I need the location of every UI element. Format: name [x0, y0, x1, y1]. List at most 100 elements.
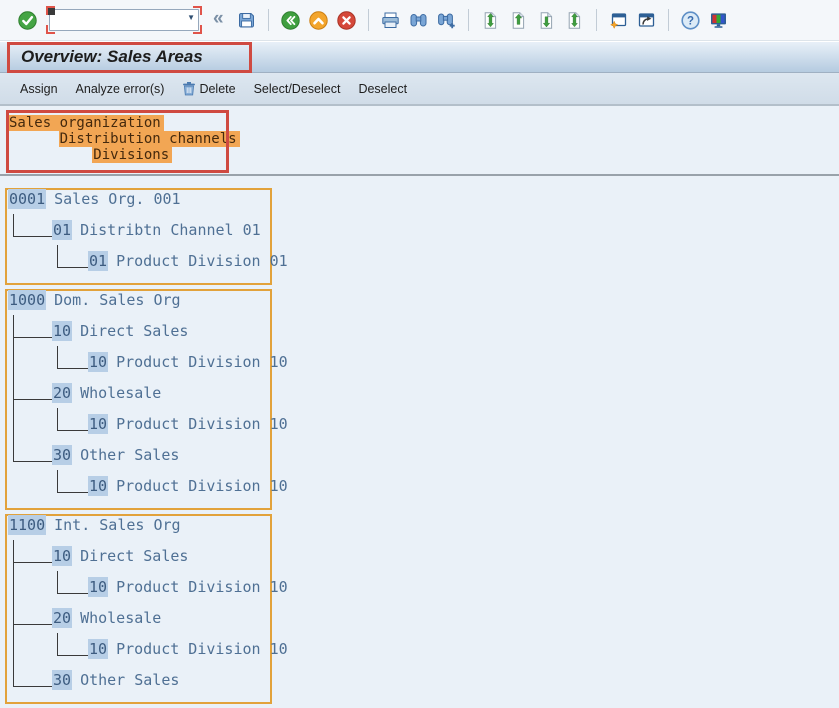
- help-icon[interactable]: ?: [679, 9, 702, 32]
- cancel-icon[interactable]: [335, 9, 358, 32]
- sales-area-block: 0001 Sales Org. 001 01 Distribtn Channel 01…: [5, 188, 272, 285]
- code-badge[interactable]: 01: [52, 220, 72, 240]
- tree-connector: [57, 267, 88, 268]
- exit-icon[interactable]: [307, 9, 330, 32]
- header-divider: [0, 174, 839, 176]
- code-badge[interactable]: 10: [52, 321, 72, 341]
- toolbar-separator: [668, 9, 669, 31]
- tree-connector: [13, 236, 52, 237]
- screen-title: Overview: Sales Areas: [21, 47, 203, 66]
- item-description: Product Division 10: [116, 353, 288, 371]
- deselect-label: Deselect: [358, 82, 407, 96]
- sales-area-block: 1100Int. Sales Org10Direct Sales10Produc…: [5, 514, 272, 704]
- annotation-box-title: Overview: Sales Areas: [7, 42, 252, 73]
- tree-connector: [13, 686, 52, 687]
- find-next-icon[interactable]: [435, 9, 458, 32]
- tree-connector: [57, 430, 88, 431]
- toolbar-separator: [368, 9, 369, 31]
- code-badge[interactable]: 20: [52, 383, 72, 403]
- code-badge[interactable]: 1000: [8, 290, 46, 310]
- focus-corner: [46, 25, 55, 34]
- code-badge[interactable]: 10: [88, 639, 108, 659]
- code-badge[interactable]: 10: [88, 414, 108, 434]
- tree-connector: [57, 492, 88, 493]
- list-content-area: Sales organizationDistribution channelsD…: [0, 106, 839, 696]
- item-description: Other Sales: [80, 446, 179, 464]
- distribution-channel-row[interactable]: 20Wholesale: [7, 609, 315, 640]
- item-description: Direct Sales: [80, 322, 188, 340]
- find-icon[interactable]: [407, 9, 430, 32]
- distribution-channel-row[interactable]: 30 Other Sales: [7, 671, 315, 702]
- sales-org-row[interactable]: 0001 Sales Org. 001: [7, 190, 271, 221]
- focus-corner: [193, 6, 202, 15]
- dropdown-arrow-icon[interactable]: ▼: [187, 14, 195, 22]
- analyze-errors-label: Analyze error(s): [76, 82, 165, 96]
- item-description: Wholesale: [80, 384, 161, 402]
- code-badge[interactable]: 10: [88, 577, 108, 597]
- tree-connector: [57, 571, 58, 594]
- trash-icon: [182, 81, 196, 96]
- last-page-icon[interactable]: [563, 9, 586, 32]
- item-description: Distribtn Channel 01: [80, 221, 261, 239]
- focus-corner: [193, 25, 202, 34]
- distribution-channel-row[interactable]: 10 Direct Sales: [7, 547, 315, 578]
- sales-area-tree: 0001 Sales Org. 001 01 Distribtn Channel 01…: [5, 188, 272, 708]
- item-description: Other Sales: [80, 671, 179, 689]
- code-badge[interactable]: 20: [52, 608, 72, 628]
- delete-label: Delete: [199, 82, 235, 96]
- code-badge[interactable]: 01: [88, 251, 108, 271]
- enter-icon[interactable]: [16, 9, 39, 32]
- assign-label: Assign: [20, 82, 58, 96]
- title-bar: Overview: Sales Areas: [0, 41, 839, 73]
- page-down-icon[interactable]: [535, 9, 558, 32]
- svg-text:?: ?: [687, 15, 694, 27]
- distribution-channel-row[interactable]: 20 Wholesale: [7, 384, 315, 415]
- item-description: Product Division 10: [116, 578, 288, 596]
- toolbar-separator: [468, 9, 469, 31]
- assign-button[interactable]: Assign: [20, 82, 58, 96]
- print-icon[interactable]: [379, 9, 402, 32]
- code-badge[interactable]: 30: [52, 670, 72, 690]
- code-badge[interactable]: 10: [88, 476, 108, 496]
- page-up-icon[interactable]: [507, 9, 530, 32]
- back-icon[interactable]: [279, 9, 302, 32]
- code-badge[interactable]: 10: [88, 352, 108, 372]
- sales-org-row[interactable]: 1100Int. Sales Org: [7, 516, 271, 547]
- tree-connector: [13, 624, 52, 625]
- tree-connector: [57, 633, 58, 656]
- sales-area-block: 1000Dom. Sales Org10Direct Sales10Produc…: [5, 289, 272, 510]
- tree-connector: [13, 214, 14, 237]
- item-description: Dom. Sales Org: [54, 291, 180, 309]
- tree-connector: [57, 655, 88, 656]
- code-badge[interactable]: 1100: [8, 515, 46, 535]
- distribution-channel-row[interactable]: 10 Direct Sales: [7, 322, 315, 353]
- item-description: Direct Sales: [80, 547, 188, 565]
- deselect-button[interactable]: Deselect: [358, 82, 407, 96]
- sales-org-row[interactable]: 1000 Dom. Sales Org: [7, 291, 271, 322]
- customize-layout-icon[interactable]: [707, 9, 730, 32]
- item-description: Product Division 01: [116, 252, 288, 270]
- tree-connector: [13, 399, 52, 400]
- analyze-errors-button[interactable]: Analyze error(s): [76, 82, 165, 96]
- code-badge[interactable]: 10: [52, 546, 72, 566]
- item-description: Sales Org. 001: [54, 190, 180, 208]
- select-deselect-button[interactable]: Select/Deselect: [254, 82, 341, 96]
- code-badge[interactable]: 30: [52, 445, 72, 465]
- delete-button[interactable]: Delete: [182, 81, 235, 96]
- command-field[interactable]: ▼: [48, 8, 200, 32]
- create-shortcut-icon[interactable]: [635, 9, 658, 32]
- toolbar-separator: [268, 9, 269, 31]
- save-icon[interactable]: [235, 9, 258, 32]
- tree-connector: [13, 337, 52, 338]
- collapse-toolbar-icon[interactable]: «: [213, 8, 224, 30]
- distribution-channel-row[interactable]: 01 Distribtn Channel 01: [7, 221, 315, 252]
- first-page-icon[interactable]: [479, 9, 502, 32]
- tree-connector: [57, 593, 88, 594]
- new-session-icon[interactable]: [607, 9, 630, 32]
- item-description: Product Division 10: [116, 640, 288, 658]
- annotation-box-header: [6, 110, 229, 173]
- code-badge[interactable]: 0001: [8, 189, 46, 209]
- command-input[interactable]: [49, 9, 199, 31]
- distribution-channel-row[interactable]: 30 Other Sales: [7, 446, 315, 477]
- tree-connector: [57, 470, 58, 493]
